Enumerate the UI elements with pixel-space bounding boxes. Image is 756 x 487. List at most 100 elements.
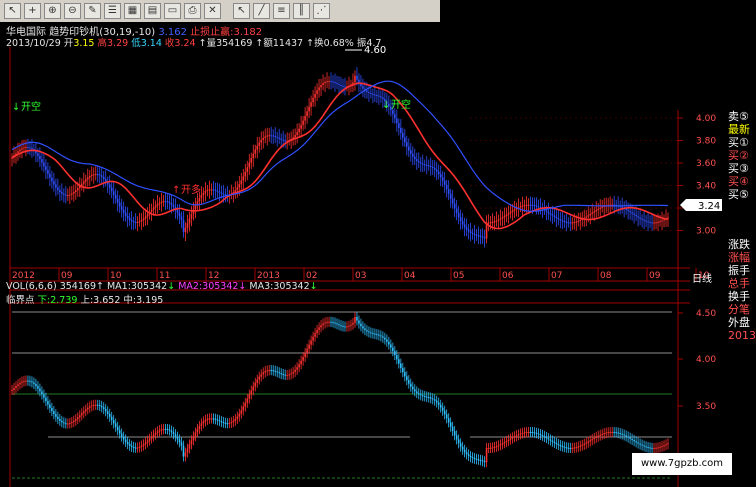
critical-candle	[136, 442, 139, 453]
critical-candle	[557, 438, 560, 450]
critical-candle	[140, 440, 143, 452]
critical-candle	[174, 429, 177, 442]
critical-candle	[635, 436, 637, 448]
quote-panel-bottom: 涨跌 涨幅 振手 总手 换手 分笔 外盘 2013	[728, 238, 756, 342]
candle	[240, 173, 243, 190]
critical-candle	[212, 413, 215, 424]
price-axis: 4.003.803.603.403.203.00	[678, 114, 716, 237]
candle	[443, 171, 446, 193]
critical-candle	[254, 377, 257, 392]
candle	[595, 201, 598, 220]
rp-top-1: 最新	[728, 123, 750, 136]
svg-text:↑: ↑	[172, 185, 180, 196]
critical-candle	[238, 408, 241, 422]
critical-candle	[609, 427, 611, 438]
candle	[59, 185, 61, 202]
period-label[interactable]: 日线	[692, 270, 712, 285]
critical-candle	[334, 317, 336, 329]
critical-candle	[184, 447, 187, 462]
critical-candle	[577, 441, 580, 453]
candle	[362, 78, 364, 97]
critical-candle	[250, 385, 253, 400]
critical-candle	[150, 431, 153, 444]
critical-candle	[208, 413, 211, 424]
critical-candle	[515, 430, 518, 442]
candle	[447, 180, 450, 201]
critical-candle	[563, 441, 566, 453]
critical-candle	[15, 381, 17, 393]
candle	[17, 142, 19, 161]
critical-candle	[529, 427, 532, 438]
critical-candle	[659, 441, 661, 453]
candle	[519, 201, 522, 213]
critical-candle	[479, 454, 482, 466]
price-chart[interactable]	[11, 67, 669, 248]
critical-candle	[308, 339, 310, 354]
critical-candle	[210, 413, 213, 424]
candle	[82, 172, 85, 193]
critical-candle	[473, 453, 476, 464]
critical-candle	[198, 420, 201, 435]
critical-candle	[332, 316, 334, 328]
critical-candle	[523, 427, 526, 438]
critical-candle	[651, 442, 653, 453]
critical-candle	[579, 440, 582, 452]
rp-top-2: 买①	[728, 136, 749, 149]
candle	[178, 203, 181, 225]
candle	[409, 143, 412, 162]
critical-point-chart[interactable]	[11, 311, 672, 479]
candle	[419, 157, 422, 172]
time-axis-label: 08	[600, 271, 612, 281]
candle	[132, 216, 135, 230]
critical-candle	[427, 391, 430, 403]
critical-candle	[75, 414, 77, 426]
time-axis-label: 03	[355, 271, 366, 281]
candle	[270, 126, 273, 144]
critical-candle	[176, 431, 179, 445]
candle	[521, 196, 524, 216]
critical-candle	[358, 315, 360, 329]
candle	[120, 198, 123, 218]
critical-candle	[144, 437, 147, 450]
chart-canvas[interactable]: 4.003.803.603.403.203.00 201209101112201…	[0, 0, 756, 487]
critical-candle	[374, 328, 376, 340]
critical-candle	[236, 411, 239, 425]
candle	[407, 138, 410, 158]
candle	[417, 152, 420, 169]
candle	[116, 190, 119, 212]
rp-top-5: 买④	[728, 175, 749, 188]
candle	[292, 129, 294, 146]
critical-candle	[294, 364, 296, 377]
candle	[589, 208, 592, 225]
critical-candle	[415, 386, 418, 399]
candle	[204, 182, 207, 202]
candle	[471, 228, 474, 240]
critical-candle	[561, 440, 564, 452]
signal-open-short-1: 开空	[21, 100, 41, 113]
candle	[429, 157, 432, 176]
critical-candle	[280, 368, 282, 379]
critical-candle	[649, 442, 651, 453]
critical-candle	[51, 402, 53, 417]
critical-candle	[497, 440, 500, 452]
candle	[655, 215, 657, 230]
time-axis-label: 07	[551, 271, 562, 281]
time-axis-label: 11	[159, 271, 170, 281]
critical-candle	[364, 323, 366, 336]
critical-tick-label: 4.50	[696, 309, 716, 319]
candle	[318, 79, 320, 98]
price-tick-label: 3.80	[696, 137, 716, 147]
candle	[637, 210, 639, 227]
critical-candle	[196, 424, 199, 438]
rp-bottom-6: 外盘	[728, 316, 750, 329]
critical-candle	[394, 346, 396, 361]
candle	[459, 209, 462, 230]
critical-candle	[368, 326, 370, 338]
critical-candle	[114, 418, 117, 432]
critical-candle	[591, 434, 594, 446]
candle	[441, 171, 444, 187]
critical-candle	[553, 436, 556, 448]
critical-candle	[366, 325, 368, 337]
critical-candle	[45, 392, 47, 407]
critical-candle	[593, 432, 596, 445]
